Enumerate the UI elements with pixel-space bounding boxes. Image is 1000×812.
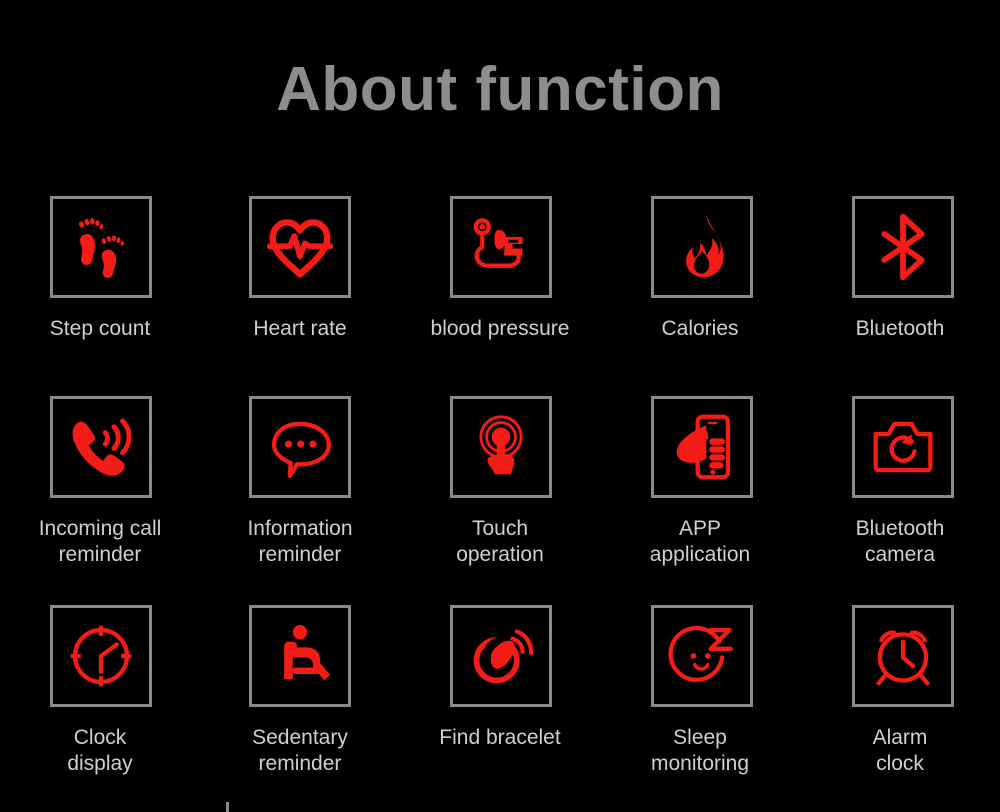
icon-box — [449, 196, 552, 298]
icon-box — [49, 396, 152, 498]
feature-item-bluetooth-camera[interactable]: Bluetooth camera — [800, 396, 1000, 605]
feature-item-sleep-monitoring[interactable]: Sleep monitoring — [600, 605, 800, 799]
feature-label: APP application — [649, 517, 751, 566]
bluetooth-icon — [880, 213, 925, 281]
feature-label: Bluetooth camera — [855, 517, 945, 566]
page-bottom-edge-artifact — [226, 802, 229, 812]
feature-label: Sleep monitoring — [650, 726, 750, 775]
feature-label: Bluetooth — [855, 317, 945, 340]
alarm-clock-icon — [875, 630, 930, 686]
feature-label: Alarm clock — [872, 726, 928, 775]
feature-row: Clock display Sedentary reminder Find br… — [0, 605, 1000, 799]
feature-label: Information reminder — [247, 517, 353, 566]
feature-label: blood pressure — [430, 317, 570, 340]
feature-label: Find bracelet — [439, 726, 561, 749]
feature-label: Sedentary reminder — [252, 726, 348, 775]
icon-box — [449, 396, 552, 498]
speech-bubble-icon — [271, 421, 331, 478]
icon-box — [851, 396, 954, 498]
touch-gesture-icon — [478, 415, 523, 475]
feature-item-app-application[interactable]: APP application — [600, 396, 800, 605]
feature-label: Calories — [661, 317, 739, 340]
icon-box — [249, 396, 351, 498]
sleeping-face-icon — [667, 625, 733, 682]
seated-person-icon — [284, 625, 331, 681]
feature-label: Incoming call reminder — [38, 517, 162, 566]
flame-icon — [685, 215, 724, 278]
feature-item-step-count[interactable]: Step count — [0, 196, 200, 396]
icon-box — [650, 605, 753, 707]
feature-grid: Step count Heart rate blood pressure Cal… — [0, 196, 1000, 799]
page-title: About function — [276, 55, 724, 124]
feature-item-blood-pressure[interactable]: blood pressure — [400, 196, 600, 396]
feature-row: Incoming call reminder Information remin… — [0, 396, 1000, 605]
feature-item-touch-operation[interactable]: Touch operation — [400, 396, 600, 605]
feature-item-bluetooth[interactable]: Bluetooth — [800, 196, 1000, 396]
heart-pulse-icon — [266, 219, 334, 278]
blood-pressure-icon — [473, 218, 523, 268]
hand-phone-icon — [676, 414, 730, 480]
icon-box — [249, 196, 351, 298]
feature-row: Step count Heart rate blood pressure Cal… — [0, 196, 1000, 396]
feature-label: Touch operation — [456, 517, 544, 566]
clock-icon — [70, 625, 131, 687]
feature-item-heart-rate[interactable]: Heart rate — [200, 196, 400, 396]
icon-box — [449, 605, 552, 707]
icon-box — [49, 605, 152, 707]
icon-box — [650, 396, 753, 498]
feature-label: Step count — [49, 317, 151, 340]
icon-box — [249, 605, 351, 707]
feature-item-clock-display[interactable]: Clock display — [0, 605, 200, 799]
ringing-phone-icon — [72, 418, 132, 476]
feature-item-find-bracelet[interactable]: Find bracelet — [400, 605, 600, 799]
icon-box — [49, 196, 152, 298]
feature-item-calories[interactable]: Calories — [600, 196, 800, 396]
feature-label: Heart rate — [253, 317, 347, 340]
icon-box — [650, 196, 753, 298]
icon-box — [851, 605, 954, 707]
vibrating-band-icon — [473, 629, 533, 684]
feature-label: Clock display — [67, 726, 133, 775]
feature-item-incoming-call-reminder[interactable]: Incoming call reminder — [0, 396, 200, 605]
feature-item-alarm-clock[interactable]: Alarm clock — [800, 605, 1000, 799]
footprints-icon — [78, 218, 124, 278]
feature-item-sedentary-reminder[interactable]: Sedentary reminder — [200, 605, 400, 799]
feature-item-information-reminder[interactable]: Information reminder — [200, 396, 400, 605]
icon-box — [851, 196, 954, 298]
camera-icon — [872, 421, 933, 473]
